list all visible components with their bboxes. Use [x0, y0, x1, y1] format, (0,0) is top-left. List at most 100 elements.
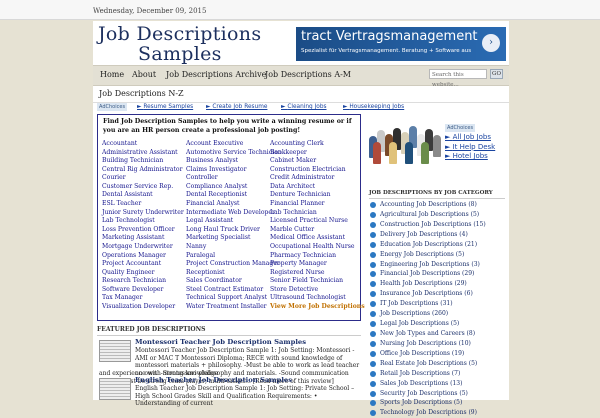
job-link[interactable]: Pharmacy Technician — [270, 252, 365, 261]
job-link[interactable]: Marble Cutter — [270, 226, 365, 235]
ad-link-create-job-resume[interactable]: ► Create Job Resume — [206, 103, 267, 111]
job-link[interactable]: Construction Electrician — [270, 166, 365, 175]
category-link[interactable]: Sales Job Descriptions (13) — [369, 379, 507, 389]
job-link[interactable]: Research Technician — [102, 277, 184, 286]
job-link[interactable]: Occupational Health Nurse — [270, 243, 365, 252]
job-link[interactable]: Software Developer — [102, 286, 184, 295]
category-link[interactable]: Delivery Job Descriptions (4) — [369, 230, 507, 240]
adchoices-badge[interactable]: AdChoices — [445, 124, 476, 132]
category-link[interactable]: Job Descriptions (260) — [369, 309, 507, 319]
category-link[interactable]: Technology Job Descriptions (9) — [369, 408, 507, 418]
ad-link-resume-samples[interactable]: ► Resume Samples — [137, 103, 193, 111]
job-link[interactable]: Receptionist — [186, 269, 282, 278]
category-link[interactable]: Legal Job Descriptions (5) — [369, 319, 507, 329]
featured-title[interactable]: Montessori Teacher Job Description Sampl… — [135, 338, 306, 346]
sidebar-ad-link[interactable]: ► Hotel Jobs — [445, 152, 507, 162]
job-link[interactable]: Account Executive — [186, 140, 282, 149]
job-link[interactable]: Nanny — [186, 243, 282, 252]
category-link[interactable]: Real Estate Job Descriptions (5) — [369, 359, 507, 369]
job-link[interactable]: Credit Administrator — [270, 174, 365, 183]
category-link[interactable]: Construction Job Descriptions (15) — [369, 220, 507, 230]
job-link[interactable]: Accountant — [102, 140, 184, 149]
category-link[interactable]: Office Job Descriptions (19) — [369, 349, 507, 359]
job-link[interactable]: Mortgage Underwriter — [102, 243, 184, 252]
job-link[interactable]: Visualization Developer — [102, 303, 184, 312]
job-link[interactable]: Store Detective — [270, 286, 365, 295]
job-link[interactable]: Central Rig Administrator — [102, 166, 184, 175]
category-link[interactable]: Security Job Descriptions (5) — [369, 389, 507, 399]
header-ad-banner[interactable]: tract Vertragsmanagement Spezialist für … — [296, 27, 506, 61]
sidebar-ad-link[interactable]: ► All Job Jobs — [445, 133, 507, 143]
search-go-button[interactable]: GO — [490, 69, 503, 79]
job-link[interactable]: Bookkeeper — [270, 149, 365, 158]
job-link[interactable]: Automotive Service Technician — [186, 149, 282, 158]
category-link[interactable]: Energy Job Descriptions (5) — [369, 250, 507, 260]
category-link[interactable]: Health Job Descriptions (29) — [369, 279, 507, 289]
nav-n-z[interactable]: Job Descriptions N-Z — [99, 89, 184, 98]
featured-thumbnail[interactable] — [99, 340, 131, 362]
category-link[interactable]: Financial Job Descriptions (29) — [369, 269, 507, 279]
job-link[interactable]: Technical Support Analyst — [186, 294, 282, 303]
job-link[interactable]: Property Manager — [270, 260, 365, 269]
job-link[interactable]: Steel Contract Estimator — [186, 286, 282, 295]
job-link[interactable]: Junior Surety Underwriter — [102, 209, 184, 218]
category-link[interactable]: Education Job Descriptions (21) — [369, 240, 507, 250]
category-link[interactable]: Insurance Job Descriptions (6) — [369, 289, 507, 299]
job-link[interactable]: Building Technician — [102, 157, 184, 166]
job-link[interactable]: Denture Technician — [270, 191, 365, 200]
job-link[interactable]: Project Accountant — [102, 260, 184, 269]
job-link[interactable]: Paralegal — [186, 252, 282, 261]
featured-thumbnail[interactable] — [99, 378, 131, 400]
job-link[interactable]: Compliance Analyst — [186, 183, 282, 192]
job-link[interactable]: Registered Nurse — [270, 269, 365, 278]
job-link[interactable]: Courier — [102, 174, 184, 183]
job-link[interactable]: Financial Analyst — [186, 200, 282, 209]
nav-home[interactable]: Home — [100, 70, 124, 79]
job-link[interactable]: Customer Service Rep. — [102, 183, 184, 192]
job-link[interactable]: Water Treatment Installer — [186, 303, 282, 312]
job-link[interactable]: Financial Planner — [270, 200, 365, 209]
ad-link-cleaning-jobs[interactable]: ► Cleaning Jobs — [281, 103, 327, 111]
job-link[interactable]: Marketing Specialist — [186, 234, 282, 243]
job-link[interactable]: Intermediate Web Developer — [186, 209, 282, 218]
job-link[interactable]: Long Haul Truck Driver — [186, 226, 282, 235]
job-link[interactable]: Loss Prevention Officer — [102, 226, 184, 235]
sidebar-ad-link[interactable]: ► It Help Desk — [445, 143, 507, 153]
job-link[interactable]: ESL Teacher — [102, 200, 184, 209]
adchoices-badge[interactable]: AdChoices — [97, 103, 128, 111]
job-link[interactable]: Project Construction Manager — [186, 260, 282, 269]
category-link[interactable]: Engineering Job Descriptions (3) — [369, 260, 507, 270]
job-link[interactable]: Controller — [186, 174, 282, 183]
view-more-link[interactable]: View More Job Descriptions — [270, 303, 365, 312]
search-input[interactable]: Search this website... — [429, 69, 487, 88]
job-link[interactable]: Operations Manager — [102, 252, 184, 261]
job-link[interactable]: Legal Assistant — [186, 217, 282, 226]
job-link[interactable]: Administrative Assistant — [102, 149, 184, 158]
job-link[interactable]: Dental Assistant — [102, 191, 184, 200]
category-link[interactable]: New Job Types and Careers (8) — [369, 329, 507, 339]
job-link[interactable]: Tax Manager — [102, 294, 184, 303]
category-link[interactable]: Accounting Job Descriptions (8) — [369, 200, 507, 210]
category-link[interactable]: Nursing Job Descriptions (10) — [369, 339, 507, 349]
job-link[interactable]: Quality Engineer — [102, 269, 184, 278]
job-link[interactable]: Senior Field Technician — [270, 277, 365, 286]
chevron-right-icon[interactable]: › — [482, 34, 500, 52]
nav-about[interactable]: About — [132, 70, 156, 79]
job-link[interactable]: Business Analyst — [186, 157, 282, 166]
category-link[interactable]: IT Job Descriptions (31) — [369, 299, 507, 309]
nav-a-m[interactable]: Job Descriptions A-M — [265, 70, 351, 79]
job-link[interactable]: Licensed Practical Nurse — [270, 217, 365, 226]
site-logo[interactable]: Job Descriptions Samples — [98, 24, 261, 64]
featured-title[interactable]: English Teacher Job Description Samples — [135, 376, 292, 384]
nav-archive[interactable]: Job Descriptions Archive — [166, 70, 266, 79]
job-link[interactable]: Medical Office Assistant — [270, 234, 365, 243]
job-link[interactable]: Accounting Clerk — [270, 140, 365, 149]
job-link[interactable]: Claims Investigator — [186, 166, 282, 175]
job-link[interactable]: Ultrasound Technologist — [270, 294, 365, 303]
job-link[interactable]: Lab Technologist — [102, 217, 184, 226]
ad-link-housekeeping-jobs[interactable]: ► Housekeeping Jobs — [343, 103, 404, 111]
job-link[interactable]: Sales Coordinator — [186, 277, 282, 286]
category-link[interactable]: Retail Job Descriptions (7) — [369, 369, 507, 379]
job-link[interactable]: Lab Technician — [270, 209, 365, 218]
job-link[interactable]: Dental Receptionist — [186, 191, 282, 200]
